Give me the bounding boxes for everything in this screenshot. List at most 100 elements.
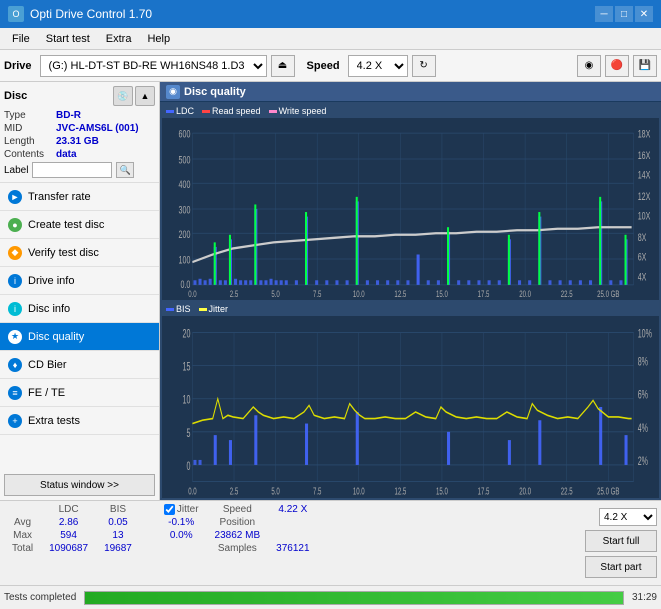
main-layout: Disc 💿 ▲ Type BD-R MID JVC-AMS6L (001) L… xyxy=(0,82,661,500)
right-controls: 4.2 X Start full Start part xyxy=(585,503,657,583)
sidebar-item-disc-quality[interactable]: ★ Disc quality xyxy=(0,323,159,351)
contents-value: data xyxy=(56,149,77,160)
svg-text:2.5: 2.5 xyxy=(230,289,238,300)
disc-icon1[interactable]: 💿 xyxy=(113,86,133,106)
eject-button[interactable]: ⏏ xyxy=(271,55,295,77)
menu-extra[interactable]: Extra xyxy=(98,31,140,47)
max-bis: 13 xyxy=(96,529,140,542)
svg-text:600: 600 xyxy=(179,128,191,140)
svg-text:2%: 2% xyxy=(638,455,649,468)
status-bar: Tests completed 31:29 xyxy=(0,585,661,609)
svg-text:25.0 GB: 25.0 GB xyxy=(597,289,619,300)
toolbar-btn2[interactable]: 🔴 xyxy=(605,55,629,77)
cd-bier-icon: ♦ xyxy=(8,358,22,372)
refresh-button[interactable]: ↻ xyxy=(412,55,436,77)
legend-readspeed: Read speed xyxy=(202,106,261,116)
svg-text:200: 200 xyxy=(179,228,191,240)
stats-row-total: Total 1090687 19687 Samples 376121 xyxy=(4,542,318,555)
disc-icon2[interactable]: ▲ xyxy=(135,86,155,106)
col-ldc: LDC xyxy=(41,503,96,516)
disc-quality-icon: ★ xyxy=(8,330,22,344)
disc-info-label: Disc info xyxy=(28,303,70,315)
svg-text:15.0: 15.0 xyxy=(436,486,448,497)
drive-select[interactable]: (G:) HL-DT-ST BD-RE WH16NS48 1.D3 xyxy=(40,55,267,77)
svg-text:22.5: 22.5 xyxy=(561,486,573,497)
svg-text:10.0: 10.0 xyxy=(353,486,365,497)
svg-text:20: 20 xyxy=(183,328,191,341)
chart2-wrapper: BIS Jitter xyxy=(162,302,659,498)
svg-text:17.5: 17.5 xyxy=(478,289,490,300)
total-ldc: 1090687 xyxy=(41,542,96,555)
speed-select[interactable]: 4.2 X xyxy=(348,55,408,77)
legend-writespeed: Write speed xyxy=(269,106,327,116)
toolbar-btn1[interactable]: ◉ xyxy=(577,55,601,77)
label-search-button[interactable]: 🔍 xyxy=(116,162,134,178)
chart2-legend: BIS Jitter xyxy=(162,302,659,316)
menu-file[interactable]: File xyxy=(4,31,38,47)
verify-test-disc-label: Verify test disc xyxy=(28,247,99,259)
drive-info-icon: i xyxy=(8,274,22,288)
type-label: Type xyxy=(4,110,56,121)
sidebar-item-fe-te[interactable]: ≡ FE / TE xyxy=(0,379,159,407)
maximize-button[interactable]: □ xyxy=(615,6,633,22)
label-input[interactable] xyxy=(32,162,112,178)
progress-container xyxy=(84,591,624,605)
create-test-disc-icon: ● xyxy=(8,218,22,232)
jitter-checkbox[interactable] xyxy=(164,504,175,515)
start-part-button[interactable]: Start part xyxy=(585,556,657,578)
close-button[interactable]: ✕ xyxy=(635,6,653,22)
svg-text:14X: 14X xyxy=(638,169,651,181)
max-label: Max xyxy=(4,529,41,542)
legend-bis: BIS xyxy=(166,304,191,314)
col-jitter-cb: Jitter xyxy=(156,503,207,516)
type-value: BD-R xyxy=(56,110,81,121)
disc-length-row: Length 23.31 GB xyxy=(4,136,155,147)
stats-row-max: Max 594 13 0.0% 23862 MB xyxy=(4,529,318,542)
legend-ldc: LDC xyxy=(166,106,194,116)
svg-text:8X: 8X xyxy=(638,231,647,243)
svg-text:0.0: 0.0 xyxy=(188,289,196,300)
status-text: Tests completed xyxy=(4,592,76,603)
total-bis: 19687 xyxy=(96,542,140,555)
sidebar-item-extra-tests[interactable]: + Extra tests xyxy=(0,407,159,435)
toolbar-btn3[interactable]: 💾 xyxy=(633,55,657,77)
position-label: Position xyxy=(207,516,269,529)
stats-table: LDC BIS Jitter Speed 4.22 X xyxy=(4,503,581,583)
sidebar-item-create-test-disc[interactable]: ● Create test disc xyxy=(0,211,159,239)
minimize-button[interactable]: ─ xyxy=(595,6,613,22)
disc-quality-header: ◉ Disc quality xyxy=(160,82,661,102)
sidebar-item-disc-info[interactable]: i Disc info xyxy=(0,295,159,323)
menu-start-test[interactable]: Start test xyxy=(38,31,98,47)
cd-bier-label: CD Bier xyxy=(28,359,67,371)
sidebar-item-transfer-rate[interactable]: ► Transfer rate xyxy=(0,183,159,211)
ldc-legend-label: LDC xyxy=(176,106,194,116)
charts-container: LDC Read speed Write speed xyxy=(160,102,661,500)
jitter-legend-dot xyxy=(199,308,207,311)
disc-icons: 💿 ▲ xyxy=(113,86,155,106)
mid-label: MID xyxy=(4,123,56,134)
sidebar: Disc 💿 ▲ Type BD-R MID JVC-AMS6L (001) L… xyxy=(0,82,160,500)
start-full-button[interactable]: Start full xyxy=(585,530,657,552)
readspeed-legend-label: Read speed xyxy=(212,106,261,116)
speed-select2[interactable]: 4.2 X xyxy=(599,508,657,526)
sidebar-item-drive-info[interactable]: i Drive info xyxy=(0,267,159,295)
avg-ldc: 2.86 xyxy=(41,516,96,529)
chart1-legend: LDC Read speed Write speed xyxy=(162,104,659,118)
svg-text:4X: 4X xyxy=(638,271,647,283)
chart1-svg: 600 500 400 300 200 100 0.0 18X 16X 14X … xyxy=(162,118,659,300)
status-window-button[interactable]: Status window >> xyxy=(4,474,155,496)
length-value: 23.31 GB xyxy=(56,136,99,147)
disc-section: Disc 💿 ▲ Type BD-R MID JVC-AMS6L (001) L… xyxy=(0,82,159,183)
toolbar: Drive (G:) HL-DT-ST BD-RE WH16NS48 1.D3 … xyxy=(0,50,661,82)
disc-title: Disc xyxy=(4,90,27,102)
sidebar-item-cd-bier[interactable]: ♦ CD Bier xyxy=(0,351,159,379)
disc-quality-label: Disc quality xyxy=(28,331,84,343)
sidebar-item-verify-test-disc[interactable]: ◆ Verify test disc xyxy=(0,239,159,267)
menu-help[interactable]: Help xyxy=(139,31,178,47)
col-speed-value: 4.22 X xyxy=(268,503,317,516)
svg-text:17.5: 17.5 xyxy=(478,486,490,497)
svg-text:25.0 GB: 25.0 GB xyxy=(597,486,620,497)
sidebar-nav: ► Transfer rate ● Create test disc ◆ Ver… xyxy=(0,183,159,435)
svg-text:6X: 6X xyxy=(638,251,647,263)
chart2-svg: 20 15 10 5 0 10% 8% 6% 4% 2% 0.0 2.5 xyxy=(162,316,659,498)
